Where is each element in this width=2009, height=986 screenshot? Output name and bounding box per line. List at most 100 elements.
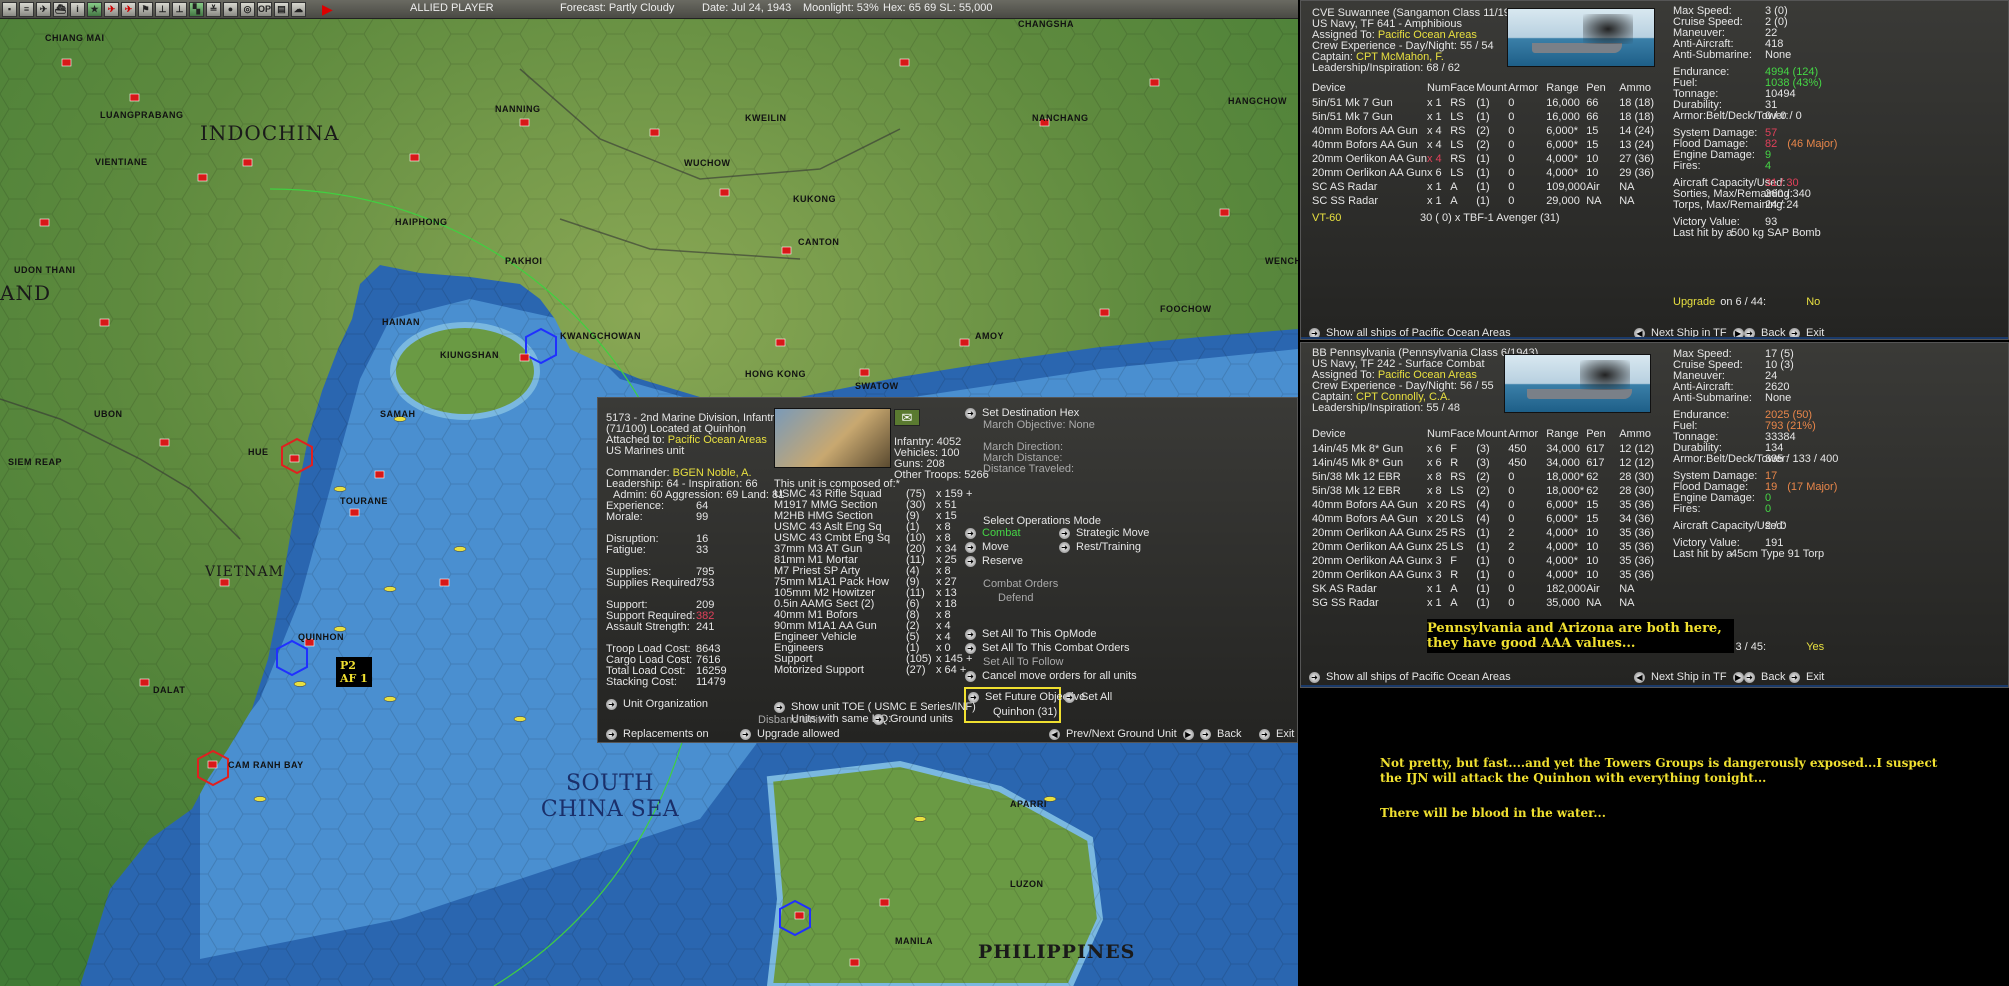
device-cell: 6,000* [1546, 139, 1578, 151]
device-cell: (1) [1476, 97, 1490, 109]
device-cell: 15 [1586, 499, 1599, 511]
upgrade-value: No [1806, 296, 1821, 308]
device-cell: NA [1619, 181, 1635, 193]
mode-combat-button[interactable]: ➜ Combat [965, 527, 1021, 539]
cancel-move-button[interactable]: ➜ Cancel move orders for all units [965, 670, 1137, 682]
device-cell: R [1450, 457, 1459, 469]
show-toe-button[interactable]: ➜ Show unit TOE ( USMC E Series/INF) [774, 701, 976, 713]
device-cell: 34,000 [1546, 443, 1580, 455]
arrow-left-icon: ◀ [1634, 671, 1645, 683]
report-icon[interactable]: ▪ [2, 1, 17, 17]
exit-button[interactable]: ➜ Exit [1259, 728, 1294, 740]
map-label: DALAT [153, 685, 186, 695]
globe-icon[interactable]: ● [223, 1, 238, 17]
future-objective-value: Quinhon (31) [993, 706, 1058, 718]
combat-orders-value[interactable]: Defend [998, 592, 1033, 605]
player-label: ALLIED PLAYER [410, 2, 494, 14]
stat-label: Fatigue: [606, 544, 646, 556]
set-all-opmode-button[interactable]: ➜ Set All To This OpMode [965, 628, 1097, 640]
back-button[interactable]: ➜ Back [1200, 728, 1241, 740]
map-label: KWEILIN [745, 113, 787, 123]
show-all-ships-button[interactable]: ➜ Show all ships of Pacific Ocean Areas [1309, 671, 1511, 683]
device-row: 5in/51 Mk 7 Gun x 1 LS (1) 0 16,000 66 18 (18) [1312, 110, 1679, 124]
arrow-right-icon: ➜ [965, 527, 976, 539]
ship-stat-row: Aircraft Capacity/Used:2 / 0 [1673, 520, 1786, 533]
info-icon[interactable]: i [70, 1, 85, 17]
device-cell: 5in/38 Mk 12 EBR [1312, 471, 1401, 483]
ship-image [1504, 354, 1651, 413]
ship2-icon[interactable]: ⊥ [172, 1, 187, 17]
ship-stat-label: Anti-Submarine: [1673, 49, 1752, 61]
map-label: INDOCHINA [200, 121, 340, 145]
base-tag[interactable]: P2 AF 1 [336, 657, 372, 687]
disband-unit-button[interactable]: Disband Unit [758, 714, 821, 727]
device-cell: 12 (12) [1619, 457, 1655, 469]
device-cell: 35 (36) [1619, 555, 1655, 567]
bomber-icon[interactable]: ✈ [121, 1, 136, 17]
show-all-ships-button-label: Show all ships of Pacific Ocean Areas [1326, 671, 1511, 683]
column-header: Mount [1476, 81, 1507, 94]
sub-icon[interactable]: ⊥ [155, 1, 170, 17]
stat-label: Supplies Required: [606, 577, 699, 589]
mail-icon[interactable]: ✉ [894, 409, 920, 426]
unit-organization-button[interactable]: ➜ Unit Organization [606, 698, 708, 710]
fighter-icon[interactable]: ✈ [104, 1, 119, 17]
set-destination-button[interactable]: ➜ Set Destination Hex [965, 407, 1079, 419]
column-header: Pen [1586, 427, 1606, 440]
base-icon[interactable]: ▚ [189, 1, 204, 17]
back-button[interactable]: ➜ Back [1744, 671, 1785, 683]
set-all-button[interactable]: ➜ Set All [1064, 691, 1112, 703]
map-label: PHILIPPINES [978, 941, 1136, 963]
air-group-link[interactable]: VT-60 [1312, 212, 1341, 225]
supply-icon[interactable]: ▤ [274, 1, 289, 17]
device-cell: 182,000 [1546, 583, 1586, 595]
distance-traveled: Distance Traveled: [983, 463, 1075, 475]
device-cell: 10 [1586, 167, 1599, 179]
device-cell: 66 [1586, 97, 1599, 109]
radar-icon[interactable]: ◎ [240, 1, 255, 17]
convoy-icon[interactable]: ≚ [206, 1, 221, 17]
set-all-combat-button[interactable]: ➜ Set All To This Combat Orders [965, 642, 1130, 654]
next-ship-button-label: Next Ship in TF [1651, 671, 1727, 683]
mode-strategic-button[interactable]: ➜ Strategic Move [1059, 527, 1149, 539]
unit-stat-row: Fatigue: 33 [606, 544, 708, 557]
sea-label-line: CHINA SEA [540, 797, 680, 822]
aircraft-icon[interactable]: ✈ [36, 1, 51, 17]
device-table: Device Num Face Mount Armor Range Pen Ammo 5in/5… [1312, 79, 1679, 208]
mode-reserve-button[interactable]: ➜ Reserve [965, 555, 1023, 567]
device-cell: 0 [1508, 471, 1515, 483]
device-cell: 0 [1508, 583, 1515, 595]
base-tag-line: AF 1 [340, 672, 368, 685]
march-objective: March Objective: None [983, 419, 1095, 431]
ship-icon[interactable]: ⛴ [53, 1, 68, 17]
ship-silhouette [1532, 43, 1622, 53]
oob-icon[interactable]: OP [257, 1, 272, 17]
star-icon[interactable]: ★ [87, 1, 102, 17]
set-all-follow-button[interactable]: Set All To Follow [983, 656, 1064, 669]
flag-icon[interactable]: ⚑ [138, 1, 153, 17]
mode-move-button[interactable]: ➜ Move [965, 541, 1009, 553]
map-label: KIUNGSHAN [440, 350, 500, 360]
stat-value: 33 [696, 544, 709, 556]
ship-stat-row: Armor:Belt/Deck/Tower:0 / 0 / 0 [1673, 110, 1802, 123]
device-cell: x 20 [1426, 513, 1448, 525]
device-row: 5in/38 Mk 12 EBR x 8 LS (2) 0 18,000* 62 28 (30… [1312, 484, 1679, 498]
ground-units-button[interactable]: ➜ Ground units [873, 713, 953, 725]
upgrade-link[interactable]: Upgrade [1673, 296, 1715, 308]
device-cell: (2) [1476, 139, 1490, 151]
weather-icon[interactable]: ☁ [291, 1, 306, 17]
device-cell: 62 [1586, 485, 1599, 497]
device-cell: (4) [1476, 513, 1490, 525]
upgrade-allowed-button[interactable]: ➜ Upgrade allowed [740, 728, 840, 740]
end-turn-play-icon[interactable]: ▶ [322, 1, 334, 17]
prev-next-unit-button[interactable]: ◀ Prev/Next Ground Unit ▶ [1049, 728, 1194, 740]
mode-rest-button[interactable]: ➜ Rest/Training [1059, 541, 1141, 553]
ship-stat-row: Armor:Belt/Deck/Tower:335 / 133 / 400 [1673, 453, 1838, 466]
map-label: WUCHOW [684, 158, 731, 168]
next-ship-button[interactable]: ◀ Next Ship in TF ▶ [1634, 671, 1744, 683]
ship-stat-row: Last hit by a45cm Type 91 Torp [1673, 548, 1824, 561]
device-row: 20mm Oerlikon AA Gun x 4 RS (1) 0 4,000* 10 27 … [1312, 152, 1679, 166]
replacements-button[interactable]: ➜ Replacements on [606, 728, 709, 740]
exit-button[interactable]: ➜ Exit [1789, 671, 1824, 683]
list-icon[interactable]: ≡ [19, 1, 34, 17]
